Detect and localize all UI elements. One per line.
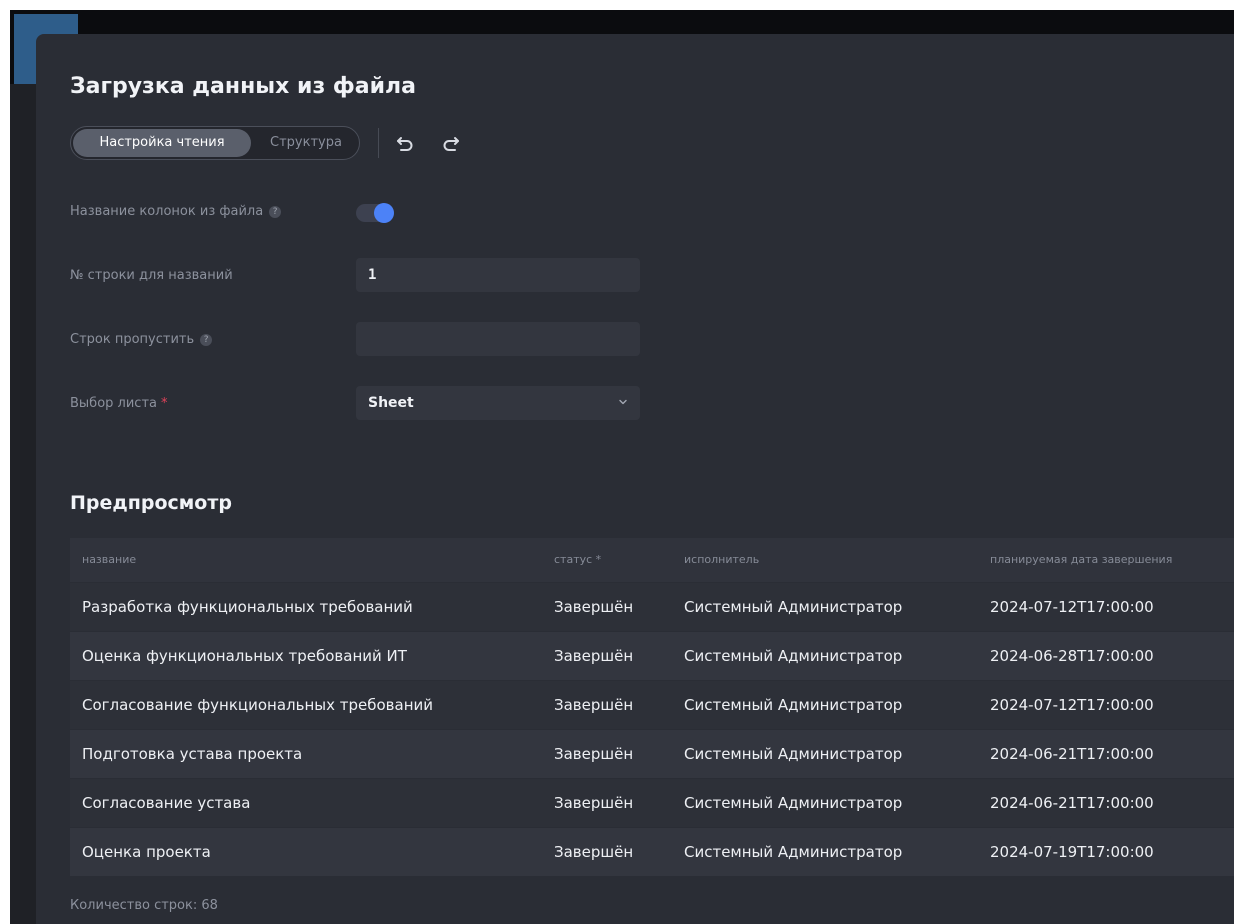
skip-rows-label: Строк пропустить (70, 332, 195, 347)
row-count: Количество строк: 68 (70, 898, 218, 913)
cell-due-date: 2024-07-19T17:00:00 (990, 843, 1154, 861)
app-sidebar (10, 84, 36, 924)
cell-status: Завершён (554, 696, 634, 714)
cell-assignee: Системный Администратор (684, 598, 903, 616)
table-row: Согласование устава Завершён Системный А… (70, 778, 1234, 827)
cell-due-date: 2024-07-12T17:00:00 (990, 598, 1154, 616)
table-header: название статус * исполнитель планируема… (70, 538, 1234, 582)
column-header-due-date: планируемая дата завершения (990, 553, 1173, 566)
sheet-setting: Выбор листа * (70, 396, 167, 411)
redo-icon[interactable] (440, 132, 462, 154)
screen: Загрузка данных из файла Настройка чтени… (0, 0, 1234, 924)
column-header-name: название (82, 553, 137, 566)
cell-name: Согласование функциональных требований (82, 696, 433, 714)
toggle-knob (374, 203, 394, 223)
skip-rows-input[interactable] (368, 322, 608, 356)
skip-rows-field[interactable] (356, 322, 640, 356)
cell-name: Согласование устава (82, 794, 251, 812)
cell-due-date: 2024-06-21T17:00:00 (990, 745, 1154, 763)
cell-assignee: Системный Администратор (684, 843, 903, 861)
undo-icon[interactable] (394, 132, 416, 154)
cell-name: Оценка проекта (82, 843, 211, 861)
sheet-label: Выбор листа (70, 396, 157, 411)
cell-assignee: Системный Администратор (684, 745, 903, 763)
dialog-title: Загрузка данных из файла (70, 74, 416, 99)
header-row-label: № строки для названий (70, 268, 233, 283)
toolbar-divider (378, 128, 379, 158)
table-row: Разработка функциональных требований Зав… (70, 582, 1234, 631)
cell-status: Завершён (554, 745, 634, 763)
sheet-select[interactable]: Sheet (356, 386, 640, 420)
tab-read-settings[interactable]: Настройка чтения (73, 129, 251, 157)
preview-table: название статус * исполнитель планируема… (70, 538, 1234, 876)
skip-rows-setting: Строк пропустить? (70, 332, 213, 347)
chevron-down-icon (619, 399, 627, 405)
help-icon[interactable]: ? (200, 334, 213, 346)
cell-assignee: Системный Администратор (684, 647, 903, 665)
column-header-assignee: исполнитель (684, 553, 760, 566)
cell-status: Завершён (554, 794, 634, 812)
help-icon[interactable]: ? (269, 206, 282, 218)
column-names-toggle[interactable] (356, 203, 394, 223)
header-row-field[interactable] (356, 258, 640, 292)
preview-title: Предпросмотр (70, 492, 232, 514)
cell-due-date: 2024-07-12T17:00:00 (990, 696, 1154, 714)
cell-status: Завершён (554, 598, 634, 616)
table-row: Оценка функциональных требований ИТ Заве… (70, 631, 1234, 680)
sheet-select-value: Sheet (368, 395, 414, 411)
cell-name: Подготовка устава проекта (82, 745, 303, 763)
cell-name: Оценка функциональных требований ИТ (82, 647, 407, 665)
column-header-status: статус * (554, 553, 602, 566)
cell-due-date: 2024-06-21T17:00:00 (990, 794, 1154, 812)
cell-name: Разработка функциональных требований (82, 598, 413, 616)
import-dialog: Загрузка данных из файла Настройка чтени… (36, 34, 1234, 924)
table-row: Подготовка устава проекта Завершён Систе… (70, 729, 1234, 778)
table-row: Оценка проекта Завершён Системный Админи… (70, 827, 1234, 876)
header-row-input[interactable] (368, 258, 608, 292)
cell-due-date: 2024-06-28T17:00:00 (990, 647, 1154, 665)
cell-assignee: Системный Администратор (684, 794, 903, 812)
required-mark: * (160, 396, 168, 411)
table-row: Согласование функциональных требований З… (70, 680, 1234, 729)
cell-assignee: Системный Администратор (684, 696, 903, 714)
tab-structure[interactable]: Структура (255, 129, 357, 157)
cell-status: Завершён (554, 843, 634, 861)
column-names-setting: Название колонок из файла? (70, 204, 282, 219)
column-names-label: Название колонок из файла (70, 204, 264, 219)
mode-tabs: Настройка чтения Структура (70, 126, 360, 160)
cell-status: Завершён (554, 647, 634, 665)
